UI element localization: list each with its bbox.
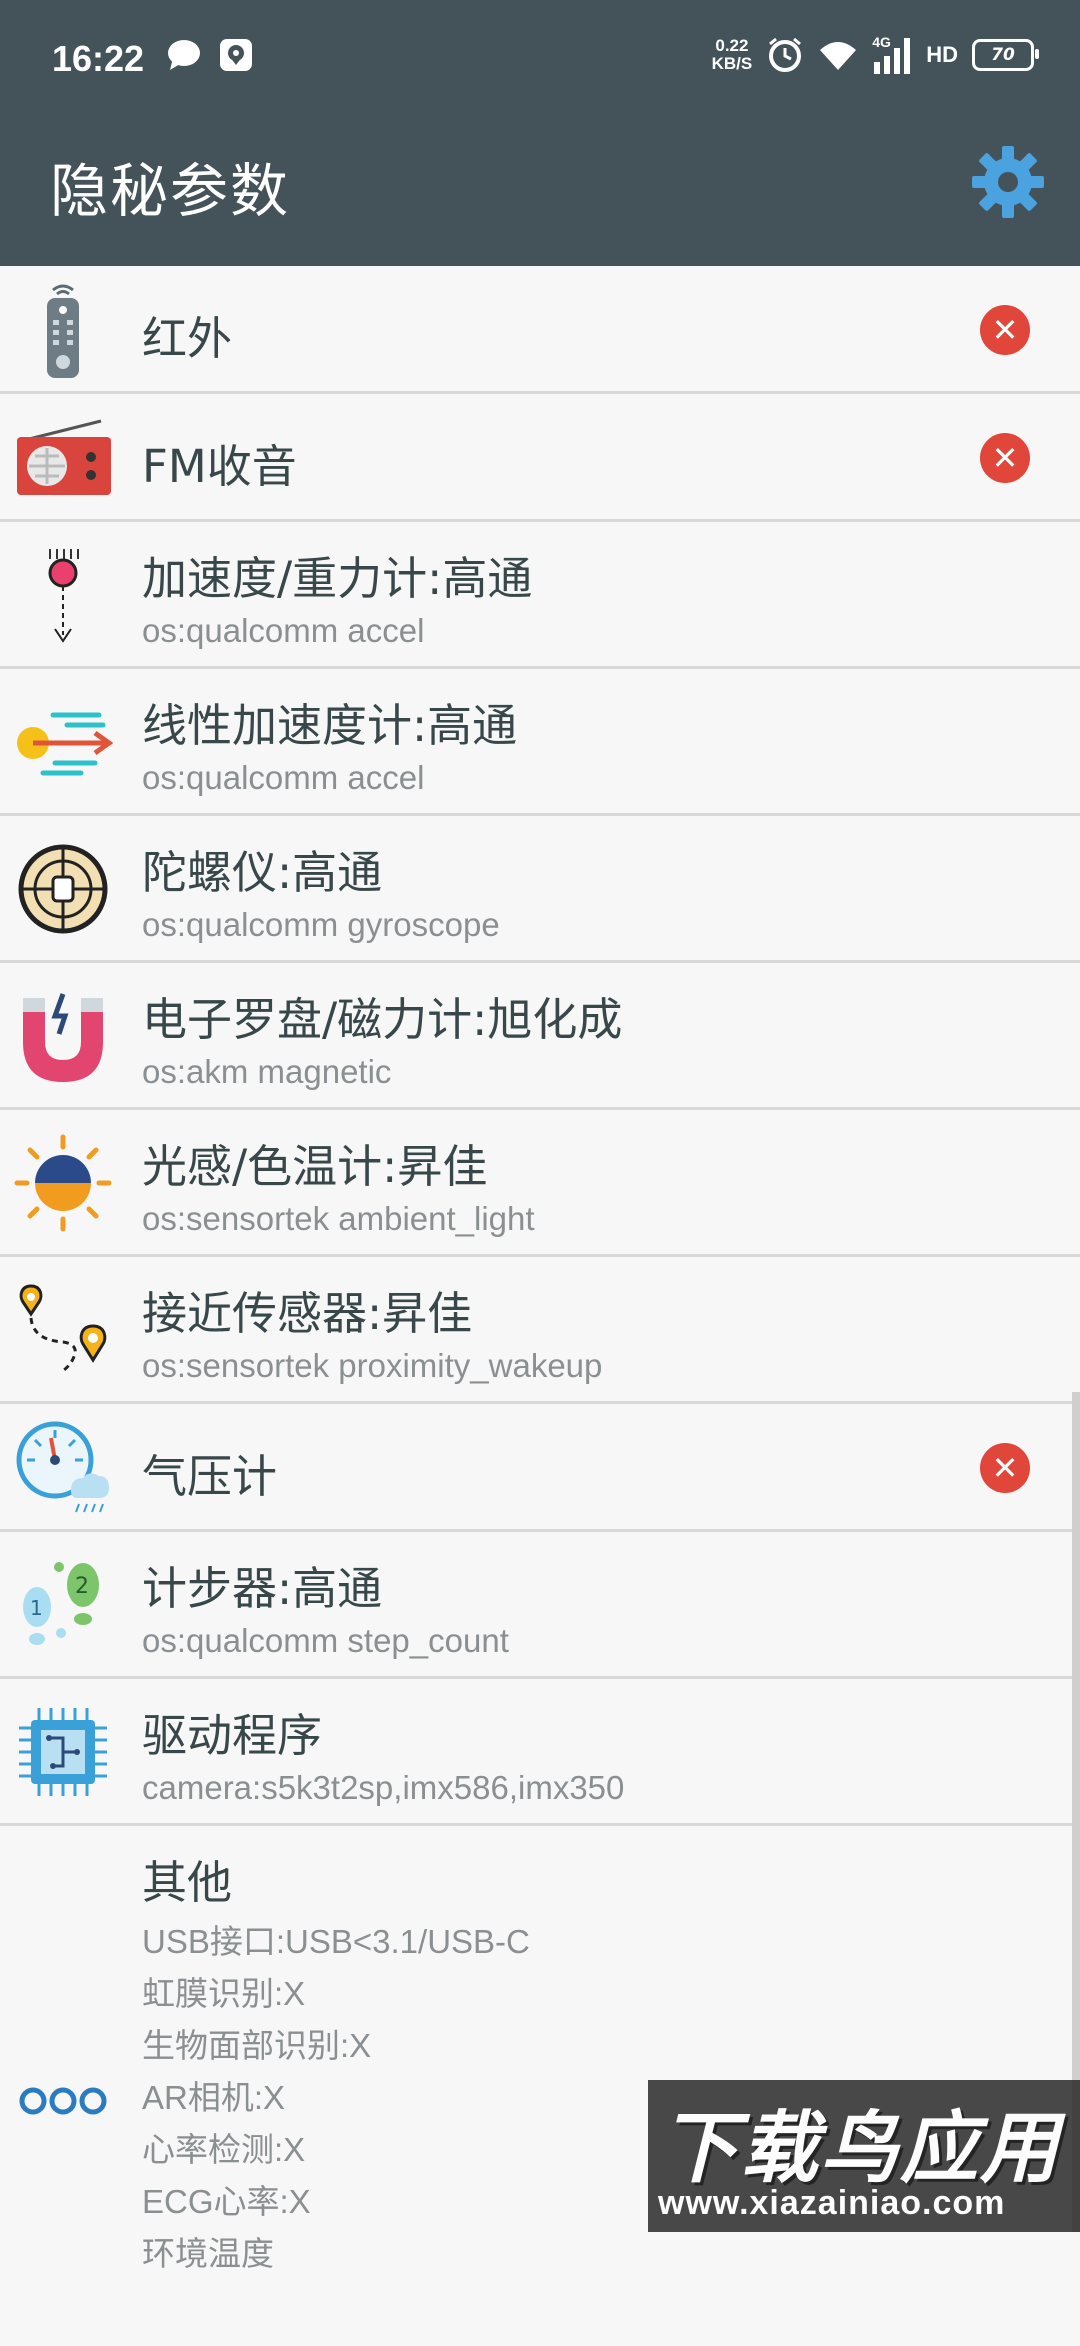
net-speed-value: 0.22 <box>715 36 749 55</box>
list-item-linear-acceleration[interactable]: 线性加速度计:高通 os:qualcomm accel <box>0 669 1080 816</box>
detail-line: 环境温度 <box>142 2235 274 2272</box>
footsteps-icon: 12 <box>10 1552 116 1658</box>
net-speed: 0.22 KB/S <box>712 37 753 73</box>
chip-icon <box>10 1699 116 1805</box>
item-label: 红外 <box>142 312 233 365</box>
barometer-icon <box>10 1415 116 1521</box>
status-indicators: 0.22 KB/S 4G HD 70 <box>712 34 1039 74</box>
magnet-icon <box>10 983 116 1089</box>
list-item-fm-radio[interactable]: FM收音 ✕ <box>0 394 1080 522</box>
detail-line: 生物面部识别:X <box>142 2027 372 2064</box>
item-label: 气压计 <box>142 1450 278 1503</box>
item-label: 其他 <box>142 1856 233 1909</box>
svg-text:2: 2 <box>75 1574 89 1599</box>
notification-icons <box>166 38 254 72</box>
cell-signal-icon: 4G <box>872 34 912 74</box>
light-sensor-icon <box>10 1130 116 1236</box>
item-label: 驱动程序 <box>142 1709 323 1762</box>
item-label: 光感/色温计:昇佳 <box>142 1140 488 1193</box>
list-item-magnetometer[interactable]: 电子罗盘/磁力计:旭化成 os:akm magnetic <box>0 963 1080 1110</box>
item-label: 电子罗盘/磁力计:旭化成 <box>142 993 623 1046</box>
item-label: 计步器:高通 <box>142 1562 383 1615</box>
net-speed-unit: KB/S <box>711 54 753 73</box>
proximity-icon <box>10 1277 116 1383</box>
detail-line: ECG心率:X <box>142 2183 311 2220</box>
item-label: 陀螺仪:高通 <box>142 846 383 899</box>
detail-line: AR相机:X <box>142 2079 286 2116</box>
gyroscope-icon <box>10 836 116 942</box>
wifi-icon <box>820 42 857 70</box>
watermark: 下载鸟应用 www.xiazainiao.com <box>648 2080 1080 2232</box>
unsupported-badge-icon: ✕ <box>980 433 1030 483</box>
detail-line: USB接口:USB<3.1/USB-C <box>142 1923 530 1960</box>
hd-voice-badge: HD <box>926 42 958 67</box>
remote-control-icon <box>10 277 116 383</box>
unsupported-badge-icon: ✕ <box>980 1443 1030 1493</box>
item-sublabel: os:akm magnetic <box>142 1053 392 1090</box>
linear-acceleration-icon <box>10 689 116 795</box>
app-bar: 16:22 0.22 KB/S 4G HD 70 隐秘参数 <box>0 0 1080 266</box>
list-item-light-sensor[interactable]: 光感/色温计:昇佳 os:sensortek ambient_light <box>0 1110 1080 1257</box>
watermark-url: www.xiazainiao.com <box>658 2184 1006 2222</box>
battery-level: 70 <box>991 45 1015 65</box>
list-item-gyroscope[interactable]: 陀螺仪:高通 os:qualcomm gyroscope <box>0 816 1080 963</box>
item-label: 线性加速度计:高通 <box>142 699 518 752</box>
item-label: 接近传感器:昇佳 <box>142 1287 473 1340</box>
other-details: USB接口:USB<3.1/USB-C 虹膜识别:X 生物面部识别:X AR相机… <box>142 1916 530 2280</box>
detail-line: 虹膜识别:X <box>142 1975 306 2012</box>
item-sublabel: camera:s5k3t2sp,imx586,imx350 <box>142 1769 625 1806</box>
list-item-accelerometer[interactable]: 加速度/重力计:高通 os:qualcomm accel <box>0 522 1080 669</box>
sensor-list: 红外 ✕ FM收音 ✕ 加速度/重力计:高通 os:qualcomm accel… <box>0 266 1080 2346</box>
status-time: 16:22 <box>52 38 145 79</box>
location-app-icon <box>220 39 252 71</box>
item-sublabel: os:qualcomm accel <box>142 759 425 796</box>
svg-text:1: 1 <box>30 1596 43 1620</box>
item-sublabel: os:sensortek proximity_wakeup <box>142 1347 603 1384</box>
list-item-barometer[interactable]: 气压计 ✕ <box>0 1404 1080 1532</box>
unsupported-badge-icon: ✕ <box>980 305 1030 355</box>
item-sublabel: os:sensortek ambient_light <box>142 1200 535 1237</box>
watermark-text: 下载鸟应用 <box>660 2104 1061 2194</box>
alarm-clock-icon <box>769 37 802 72</box>
signal-type-label: 4G <box>872 34 891 50</box>
detail-line: 心率检测:X <box>142 2131 306 2168</box>
item-sublabel: os:qualcomm step_count <box>142 1622 509 1659</box>
item-sublabel: os:qualcomm gyroscope <box>142 906 500 943</box>
page-title: 隐秘参数 <box>50 157 291 225</box>
list-item-step-counter[interactable]: 12 计步器:高通 os:qualcomm step_count <box>0 1532 1080 1679</box>
list-item-proximity-sensor[interactable]: 接近传感器:昇佳 os:sensortek proximity_wakeup <box>0 1257 1080 1404</box>
list-item-infrared[interactable]: 红外 ✕ <box>0 266 1080 394</box>
gear-icon[interactable] <box>968 142 1048 222</box>
item-label: 加速度/重力计:高通 <box>142 552 533 605</box>
list-item-drivers[interactable]: 驱动程序 camera:s5k3t2sp,imx586,imx350 <box>0 1679 1080 1826</box>
more-dots-icon <box>10 2048 116 2154</box>
accelerometer-icon <box>10 542 116 648</box>
radio-icon <box>10 405 116 511</box>
message-bubble-icon <box>168 40 200 70</box>
item-label: FM收音 <box>142 440 297 493</box>
status-bar: 16:22 0.22 KB/S 4G HD 70 <box>0 0 1080 120</box>
item-sublabel: os:qualcomm accel <box>142 612 425 649</box>
battery-icon: 70 <box>972 39 1039 71</box>
